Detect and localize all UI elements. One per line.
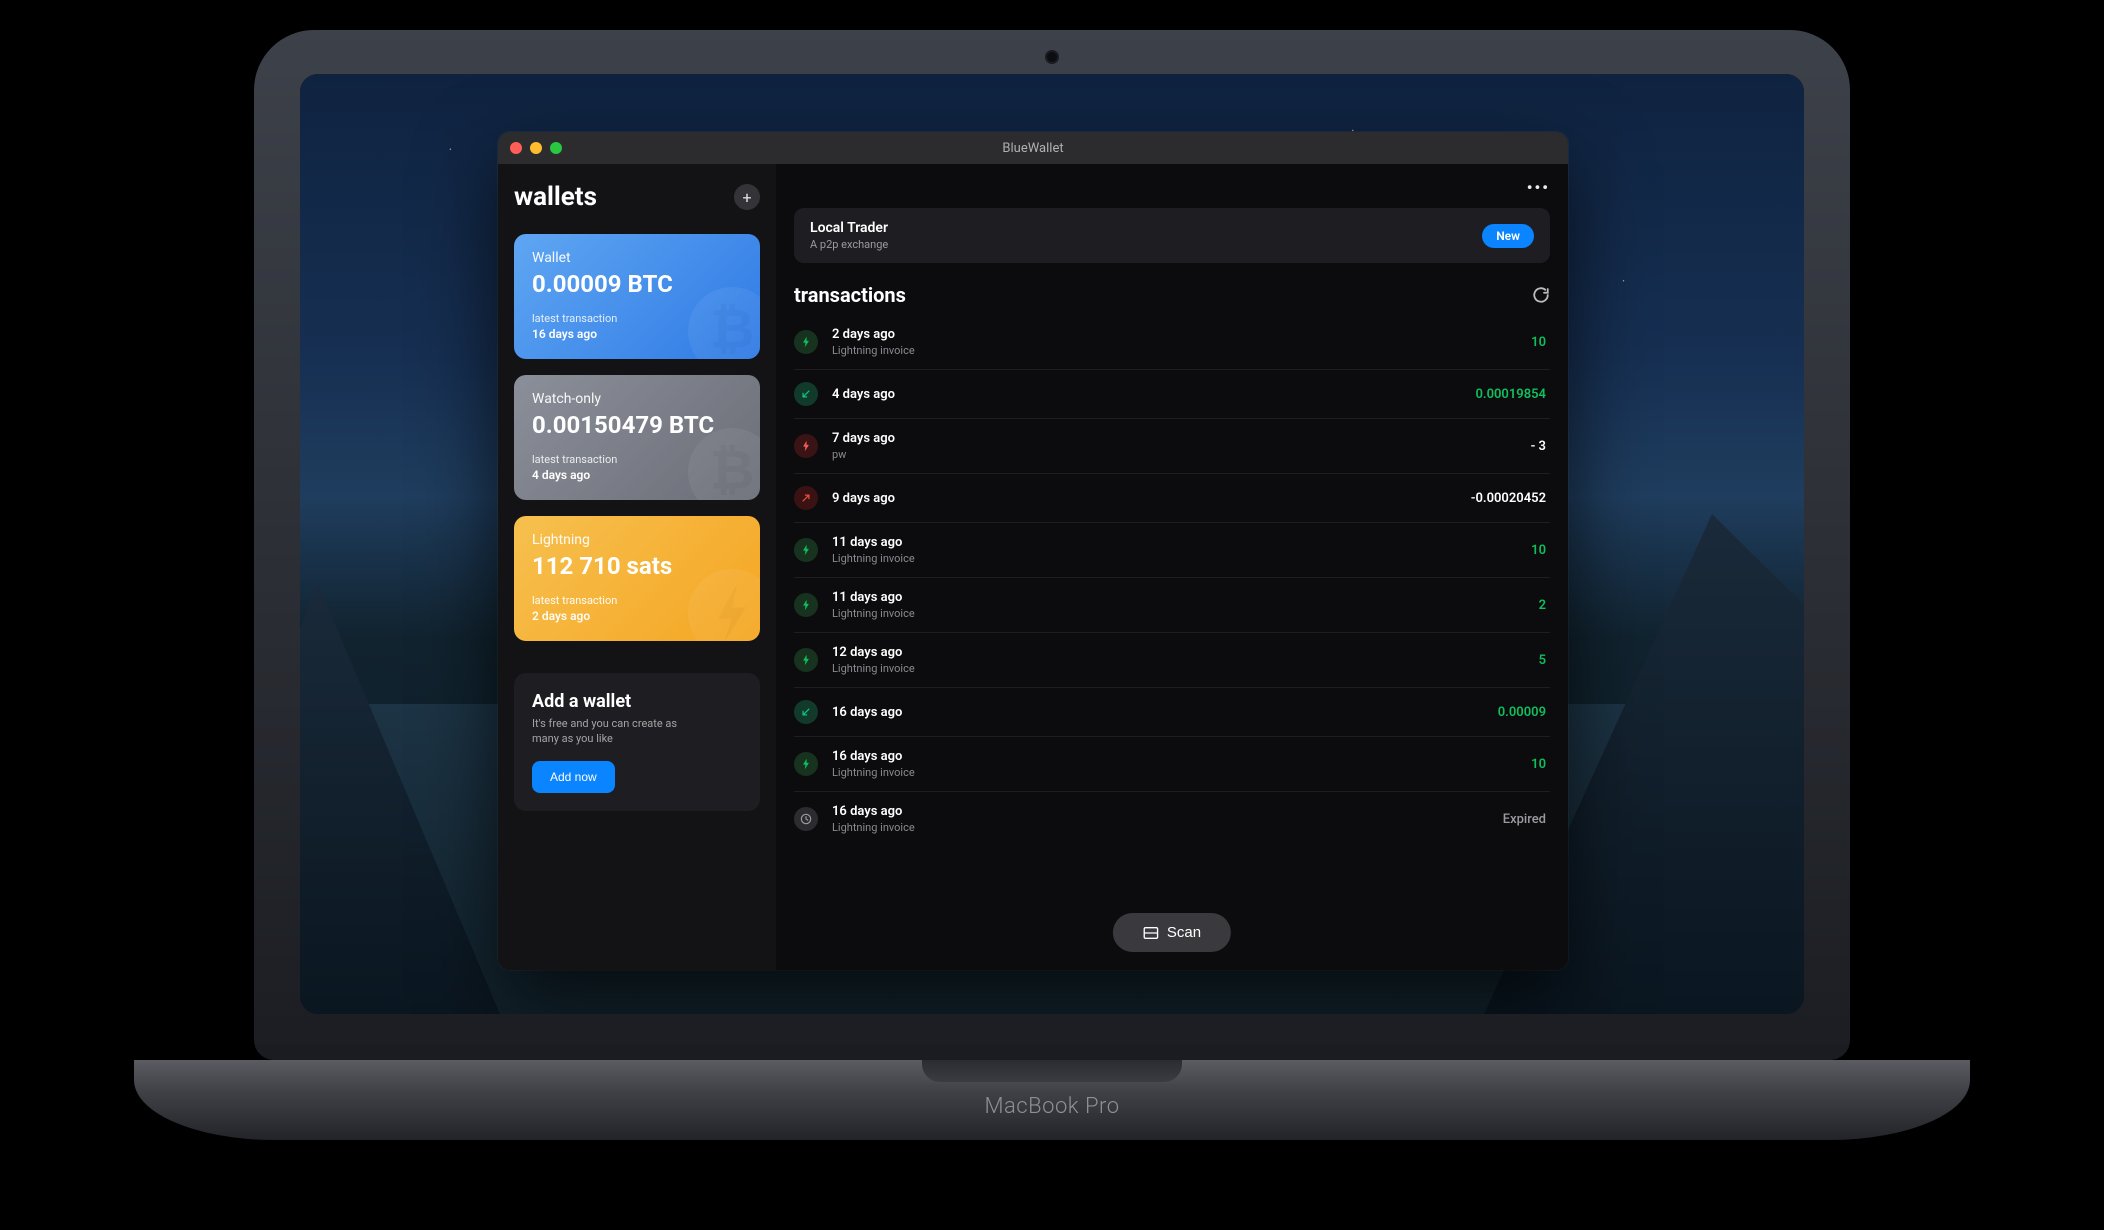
ln-in-icon	[794, 593, 818, 617]
add-wallet-card: Add a wallet It's free and you can creat…	[514, 673, 760, 811]
tx-amount: 10	[1531, 543, 1550, 558]
sidebar: wallets + ₿Wallet0.00009 BTClatest trans…	[498, 164, 776, 970]
wallet-meta-label: latest transaction	[532, 594, 742, 607]
transaction-row[interactable]: 4 days ago0.00019854	[794, 370, 1550, 419]
transactions-list: 2 days agoLightning invoice104 days ago0…	[794, 315, 1550, 952]
transactions-title: transactions	[794, 283, 906, 307]
wallet-name: Watch-only	[532, 391, 742, 407]
tx-time: 9 days ago	[832, 491, 1471, 506]
laptop-frame: BlueWallet wallets + ₿Wallet0.00009 BTCl…	[254, 30, 1850, 1060]
transaction-row[interactable]: 7 days ago pw- 3	[794, 419, 1550, 474]
ln-in-icon	[794, 648, 818, 672]
sidebar-title: wallets	[514, 182, 597, 212]
ln-in-icon	[794, 330, 818, 354]
ln-in-icon	[794, 752, 818, 776]
banner-title: Local Trader	[810, 220, 888, 236]
transaction-row[interactable]: 11 days ago Lightning invoice10	[794, 523, 1550, 578]
tx-amount: - 3	[1531, 439, 1550, 454]
add-card-subtitle: It's free and you can create as many as …	[532, 716, 692, 747]
tx-sub: Lightning invoice	[832, 552, 1531, 565]
add-now-button[interactable]: Add now	[532, 761, 615, 793]
wallet-name: Lightning	[532, 532, 742, 548]
window-title: BlueWallet	[498, 141, 1568, 156]
tx-time: 16 days ago	[832, 705, 1498, 720]
tx-time: 12 days ago	[832, 645, 1539, 660]
tx-amount: 0.00019854	[1475, 387, 1550, 402]
wallet-card-blue[interactable]: ₿Wallet0.00009 BTClatest transaction16 d…	[514, 234, 760, 359]
tx-sub: Lightning invoice	[832, 607, 1539, 620]
scan-icon	[1143, 926, 1159, 940]
more-icon[interactable]: •••	[1527, 178, 1550, 198]
laptop-base: MacBook Pro	[134, 1060, 1970, 1140]
new-badge: New	[1482, 224, 1534, 248]
plus-icon: +	[742, 188, 751, 207]
desktop-wallpaper: BlueWallet wallets + ₿Wallet0.00009 BTCl…	[300, 74, 1804, 1014]
local-trader-banner[interactable]: Local Trader A p2p exchange New	[794, 208, 1550, 263]
tx-sub: Lightning invoice	[832, 344, 1531, 357]
tx-amount: 10	[1531, 335, 1550, 350]
tx-amount: -0.00020452	[1471, 491, 1550, 506]
camera-icon	[1047, 52, 1057, 62]
svg-text:₿: ₿	[710, 298, 755, 360]
tx-time: 11 days ago	[832, 535, 1531, 550]
laptop-brand: MacBook Pro	[984, 1094, 1119, 1119]
add-card-title: Add a wallet	[532, 691, 742, 712]
tx-sub: Lightning invoice	[832, 662, 1539, 675]
tx-time: 4 days ago	[832, 387, 1475, 402]
tx-amount: Expired	[1503, 812, 1550, 827]
tx-sub: Lightning invoice	[832, 766, 1531, 779]
tx-amount: 2	[1539, 598, 1550, 613]
wallet-card-gray[interactable]: ₿Watch-only0.00150479 BTClatest transact…	[514, 375, 760, 500]
tx-amount: 5	[1539, 653, 1550, 668]
transaction-row[interactable]: 16 days ago0.00009	[794, 688, 1550, 737]
add-wallet-button[interactable]: +	[734, 184, 760, 210]
tx-time: 16 days ago	[832, 749, 1531, 764]
transaction-row[interactable]: 11 days ago Lightning invoice2	[794, 578, 1550, 633]
banner-subtitle: A p2p exchange	[810, 238, 888, 251]
laptop-bezel: BlueWallet wallets + ₿Wallet0.00009 BTCl…	[300, 74, 1804, 1014]
expired-icon	[794, 807, 818, 831]
transaction-row[interactable]: 16 days ago Lightning invoice10	[794, 737, 1550, 792]
wallet-meta-label: latest transaction	[532, 312, 742, 325]
scan-button[interactable]: Scan	[1113, 913, 1231, 952]
transaction-row[interactable]: 2 days ago Lightning invoice10	[794, 315, 1550, 370]
wallet-meta-value: 2 days ago	[532, 609, 742, 623]
wallet-card-orange[interactable]: Lightning112 710 satslatest transaction2…	[514, 516, 760, 641]
transaction-row[interactable]: 12 days ago Lightning invoice5	[794, 633, 1550, 688]
svg-text:₿: ₿	[710, 439, 755, 501]
tx-amount: 0.00009	[1498, 705, 1550, 720]
ln-in-icon	[794, 538, 818, 562]
transaction-row[interactable]: 16 days ago Lightning invoiceExpired	[794, 792, 1550, 846]
scan-label: Scan	[1167, 924, 1201, 941]
btc-in-icon	[794, 700, 818, 724]
refresh-icon	[1532, 286, 1550, 304]
app-window: BlueWallet wallets + ₿Wallet0.00009 BTCl…	[498, 132, 1568, 970]
main-panel: ••• Local Trader A p2p exchange New tran…	[776, 164, 1568, 970]
wallet-name: Wallet	[532, 250, 742, 266]
transaction-row[interactable]: 9 days ago-0.00020452	[794, 474, 1550, 523]
titlebar[interactable]: BlueWallet	[498, 132, 1568, 164]
tx-amount: 10	[1531, 757, 1550, 772]
tx-time: 11 days ago	[832, 590, 1539, 605]
btc-in-icon	[794, 382, 818, 406]
tx-sub: Lightning invoice	[832, 821, 1503, 834]
wallet-meta-label: latest transaction	[532, 453, 742, 466]
tx-time: 16 days ago	[832, 804, 1503, 819]
tx-sub: pw	[832, 448, 1531, 461]
ln-out-icon	[794, 434, 818, 458]
tx-time: 7 days ago	[832, 431, 1531, 446]
refresh-button[interactable]	[1532, 286, 1550, 304]
btc-out-icon	[794, 486, 818, 510]
tx-time: 2 days ago	[832, 327, 1531, 342]
